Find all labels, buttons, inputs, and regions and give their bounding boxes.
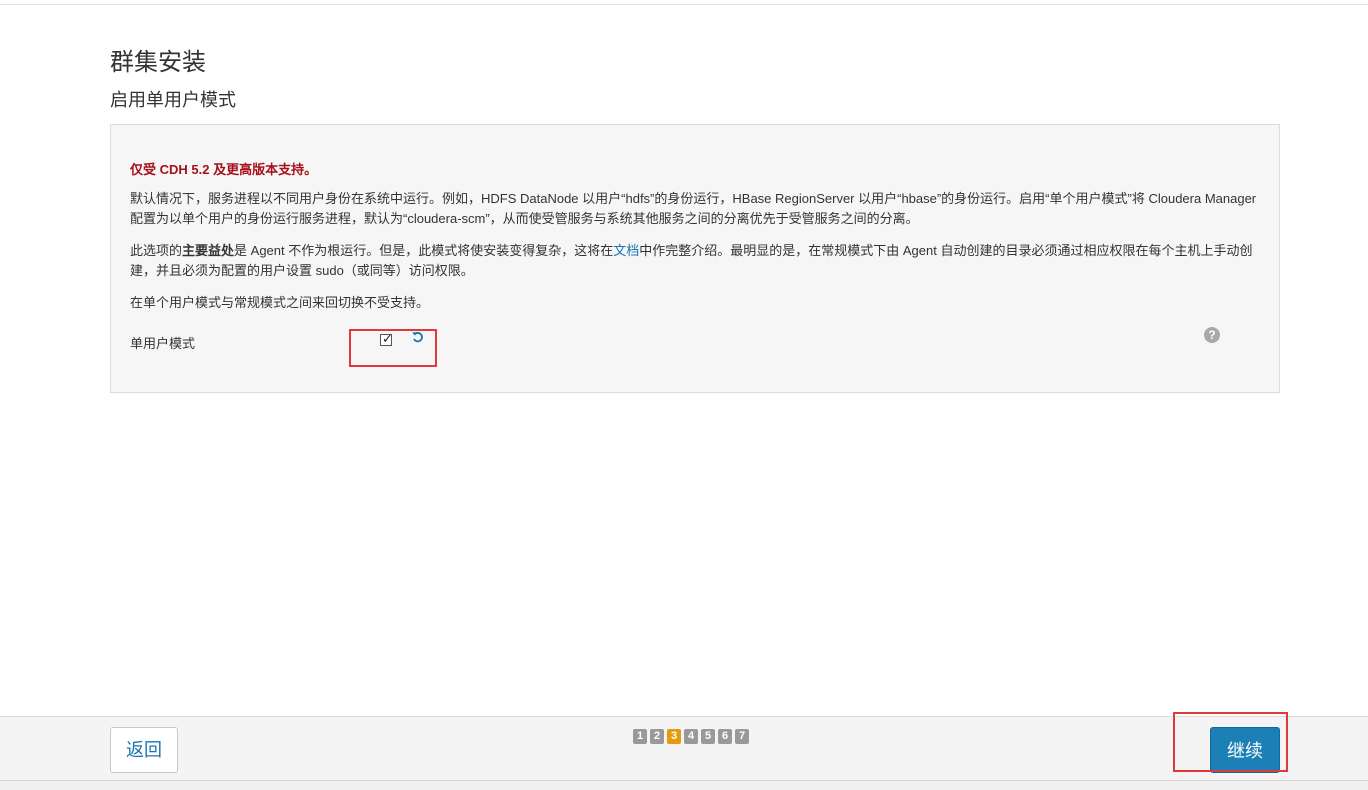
step-5: 5 <box>701 729 715 744</box>
single-user-mode-label: 单用户模式 <box>130 336 196 351</box>
step-4: 4 <box>684 729 698 744</box>
step-6: 6 <box>718 729 732 744</box>
description-paragraph-3: 在单个用户模式与常规模式之间来回切换不受支持。 <box>130 295 430 310</box>
page-subtitle: 启用单用户模式 <box>110 90 236 110</box>
wizard-footer: 返回 1 2 3 4 5 6 7 继续 <box>0 716 1368 781</box>
wizard-step-indicator: 1 2 3 4 5 6 7 <box>633 729 749 744</box>
documentation-link[interactable]: 文档 <box>613 243 639 258</box>
question-circle-icon[interactable]: ? <box>1204 327 1220 343</box>
step-7: 7 <box>735 729 749 744</box>
description-paragraph-1: 默认情况下，服务进程以不同用户身份在系统中运行。例如，HDFS DataNode… <box>130 191 1257 226</box>
paragraph2-text-b: 是 Agent 不作为根运行。但是，此模式将使安装变得复杂，这将在 <box>234 243 614 258</box>
step-3-current: 3 <box>667 729 681 744</box>
version-warning: 仅受 CDH 5.2 及更高版本支持。 <box>130 162 318 177</box>
top-divider <box>0 4 1368 5</box>
paragraph2-bold: 主要益处 <box>182 243 235 258</box>
checkbox-highlight-box <box>349 329 437 367</box>
step-2: 2 <box>650 729 664 744</box>
step-1: 1 <box>633 729 647 744</box>
page-title: 群集安装 <box>110 49 206 76</box>
back-button[interactable]: 返回 <box>110 727 178 773</box>
description-paragraph-2: 此选项的主要益处是 Agent 不作为根运行。但是，此模式将使安装变得复杂，这将… <box>130 241 1260 281</box>
paragraph2-text-a: 此选项的 <box>130 243 183 258</box>
single-user-mode-panel: 仅受 CDH 5.2 及更高版本支持。 默认情况下，服务进程以不同用户身份在系统… <box>110 124 1280 393</box>
continue-highlight-box <box>1173 712 1288 772</box>
